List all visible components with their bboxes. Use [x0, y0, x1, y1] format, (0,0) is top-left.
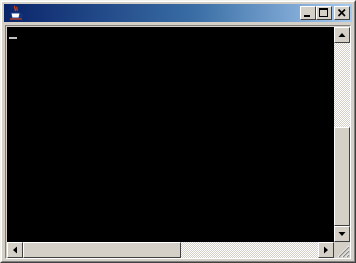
scroll-down-button[interactable] [334, 226, 350, 242]
arrow-left-icon [13, 246, 17, 254]
title-bar[interactable] [4, 4, 352, 22]
scrollbar-corner [334, 242, 350, 258]
close-button[interactable] [334, 6, 350, 20]
console-output-area[interactable] [7, 27, 334, 242]
console-frame [5, 25, 351, 259]
text-cursor [9, 37, 17, 39]
close-icon [337, 8, 346, 17]
arrow-up-icon [338, 33, 346, 37]
maximize-icon [319, 8, 328, 17]
app-window [0, 0, 356, 263]
horizontal-scrollbar[interactable] [7, 242, 334, 258]
maximize-button[interactable] [316, 6, 332, 20]
vertical-scroll-thumb[interactable] [334, 127, 350, 226]
arrow-right-icon [324, 246, 328, 254]
scroll-up-button[interactable] [334, 27, 350, 43]
vertical-scrollbar[interactable] [334, 27, 350, 242]
resize-grip-icon[interactable] [334, 242, 350, 258]
java-cup-icon[interactable] [8, 5, 24, 21]
minimize-button[interactable] [300, 6, 316, 20]
scroll-right-button[interactable] [318, 242, 334, 258]
arrow-down-icon [338, 232, 346, 236]
minimize-icon [304, 15, 310, 17]
horizontal-scroll-thumb[interactable] [23, 242, 181, 258]
scroll-left-button[interactable] [7, 242, 23, 258]
